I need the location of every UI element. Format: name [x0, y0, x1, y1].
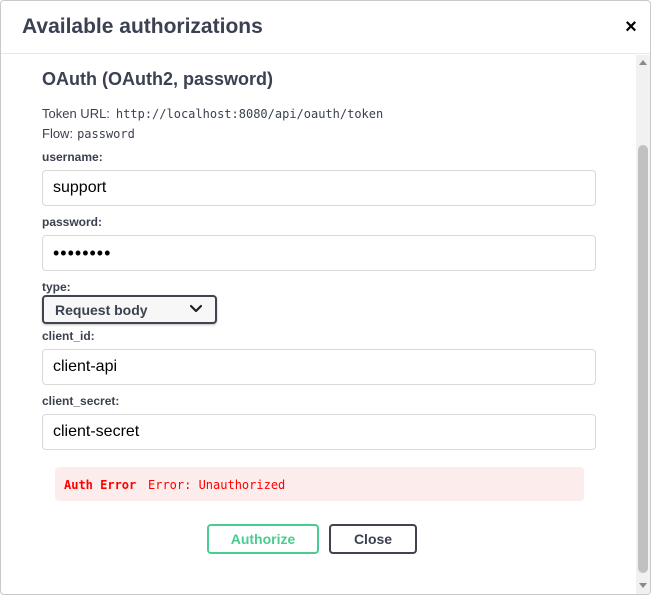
scrollbar[interactable]	[636, 55, 650, 594]
authorize-button[interactable]: Authorize	[207, 524, 319, 554]
chevron-down-icon	[189, 304, 203, 313]
password-label: password:	[42, 215, 103, 229]
flow-line: Flow: password	[42, 126, 135, 141]
client-secret-input[interactable]: client-secret	[42, 414, 596, 450]
token-url-label: Token URL:	[42, 106, 110, 121]
close-icon[interactable]: ×	[621, 15, 641, 39]
close-button[interactable]: Close	[329, 524, 417, 554]
scheme-title: OAuth (OAuth2, password)	[42, 69, 273, 89]
type-label: type:	[42, 280, 71, 294]
flow-label: Flow:	[42, 126, 74, 141]
client-id-label: client_id:	[42, 329, 95, 343]
flow-value: password	[77, 127, 135, 141]
scroll-up-icon[interactable]	[639, 60, 647, 65]
auth-error-label: Auth Error	[64, 478, 137, 492]
token-url-line: Token URL: http://localhost:8080/api/oaut…	[42, 106, 383, 121]
modal-header: Available authorizations ×	[1, 1, 650, 54]
auth-modal: Available authorizations × OAuth (OAuth2…	[0, 0, 651, 595]
scroll-down-icon[interactable]	[639, 583, 647, 588]
type-select-value: Request body	[55, 302, 148, 318]
username-input[interactable]: support	[42, 170, 596, 206]
scroll-thumb[interactable]	[638, 145, 648, 573]
modal-title: Available authorizations	[22, 15, 263, 38]
client-id-input[interactable]: client-api	[42, 349, 596, 385]
auth-error-box: Auth Error Error: Unauthorized	[55, 467, 584, 501]
auth-error-message: Error: Unauthorized	[148, 478, 286, 492]
username-label: username:	[42, 150, 103, 164]
client-secret-label: client_secret:	[42, 394, 120, 408]
type-select[interactable]: Request body	[42, 295, 217, 324]
password-input[interactable]: ••••••••	[42, 235, 596, 271]
token-url-value: http://localhost:8080/api/oauth/token	[115, 107, 384, 121]
